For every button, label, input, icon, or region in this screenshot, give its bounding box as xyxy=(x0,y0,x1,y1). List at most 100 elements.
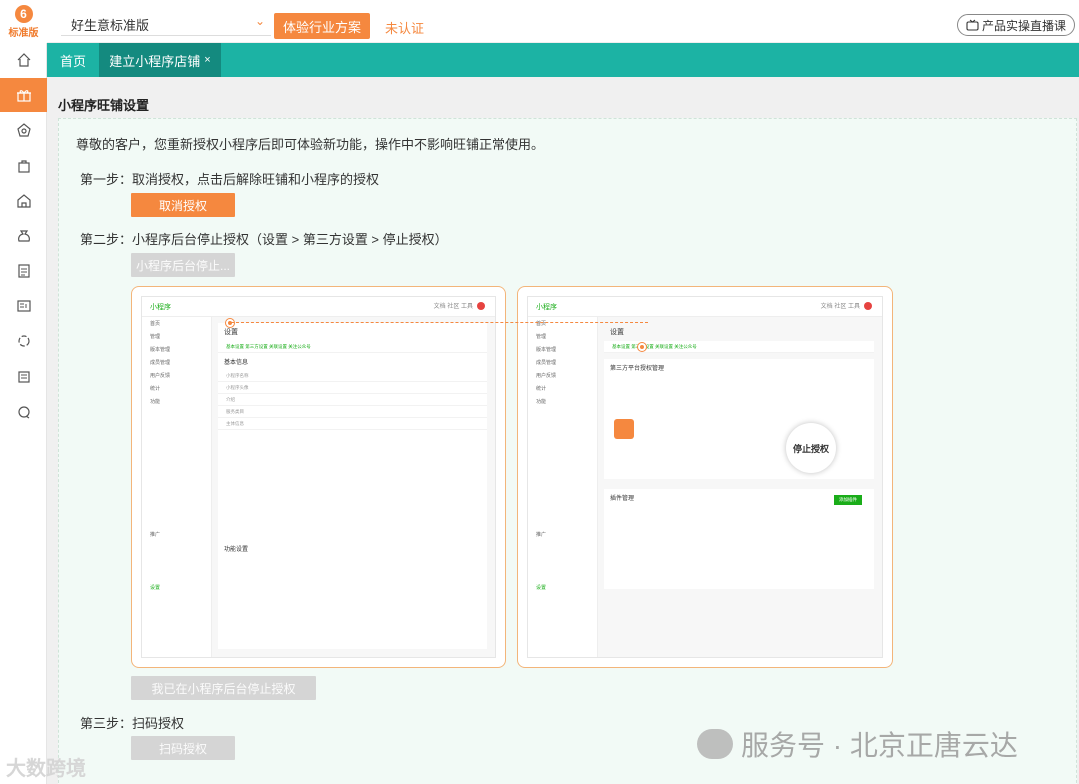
sidebar-item-news[interactable] xyxy=(0,360,47,394)
home-icon xyxy=(17,53,30,67)
screenshot-nav-item: 统计 xyxy=(150,386,161,392)
notice-text: 尊敬的客户，您重新授权小程序后即可体验新功能，操作中不影响旺铺正常使用。 xyxy=(76,137,545,152)
screenshot-header: 小程序 文档 社区 工具 xyxy=(142,297,495,317)
screenshot-nav-item: 管理 xyxy=(536,334,547,340)
stop-auth-backend-button[interactable]: 小程序后台停止... xyxy=(131,253,235,277)
screenshot-main: 设置 基本设置 第三方设置 关联设置 关注公众号 基本信息 小程序名称 小程序头… xyxy=(218,323,487,649)
screenshot-row: 小程序名称 xyxy=(218,370,487,382)
live-course-button[interactable]: 产品实操直播课 xyxy=(957,14,1075,36)
screenshot-nav-item: 首页 xyxy=(150,321,161,327)
sidebar-item-shop[interactable] xyxy=(0,184,47,218)
cycle-icon xyxy=(17,335,30,347)
logo-text: 标准版 xyxy=(8,27,39,39)
screenshot-section: 第三方平台授权管理 xyxy=(610,366,665,372)
live-course-label: 产品实操直播课 xyxy=(981,18,1066,33)
settings-panel: 尊敬的客户，您重新授权小程序后即可体验新功能，操作中不影响旺铺正常使用。 第一步… xyxy=(58,118,1077,784)
screenshot-nav-item: 管理 xyxy=(150,334,161,340)
logo: 6 标准版 xyxy=(0,0,47,43)
screenshot-nav-item-settings: 设置 xyxy=(536,585,547,591)
app-logo-icon xyxy=(614,419,634,439)
sidebar-item-store[interactable] xyxy=(0,113,47,147)
connector-line xyxy=(231,322,648,323)
news-icon xyxy=(17,371,30,383)
screenshot-section2: 功能设置 xyxy=(224,547,249,553)
miniprogram-logo: 小程序 xyxy=(536,304,557,311)
sidebar-item-document[interactable] xyxy=(0,254,47,288)
screenshot-nav-item: 统计 xyxy=(536,386,547,392)
sidebar-item-report[interactable] xyxy=(0,289,47,323)
close-icon[interactable]: × xyxy=(204,54,210,66)
screenshot-sidebar: 首页 管理 版本管理 成员管理 用户反馈 统计 功能 推广 设置 xyxy=(142,317,212,657)
miniprogram-logo: 小程序 xyxy=(150,304,171,311)
tab-home[interactable]: 首页 xyxy=(47,43,99,77)
avatar-icon xyxy=(864,302,872,311)
sidebar-item-cycle[interactable] xyxy=(0,324,47,358)
screenshot-nav-item: 版本管理 xyxy=(150,347,171,353)
watermark-left: 大数跨境 xyxy=(6,758,86,780)
screenshot-nav-item: 首页 xyxy=(536,321,547,327)
screenshot-nav-item-settings: 设置 xyxy=(150,585,161,591)
screenshot-nav-item: 推广 xyxy=(536,532,547,538)
store-select[interactable]: 好生意标准版 ⌄ xyxy=(61,10,271,36)
certification-status[interactable]: 未认证 xyxy=(385,18,424,37)
confirm-stopped-button[interactable]: 我已在小程序后台停止授权 xyxy=(131,676,316,700)
main-content: 小程序旺铺设置 尊敬的客户，您重新授权小程序后即可体验新功能，操作中不影响旺铺正… xyxy=(47,77,1079,784)
step2-text: 第二步：小程序后台停止授权（设置 > 第三方设置 > 停止授权） xyxy=(80,232,448,247)
screenshot-row: 服务类目 xyxy=(218,406,487,418)
screenshot-nav-item: 成员管理 xyxy=(150,360,171,366)
screenshot-nav-item: 成员管理 xyxy=(536,360,557,366)
gift-icon xyxy=(16,90,31,102)
scan-auth-button[interactable]: 扫码授权 xyxy=(131,736,235,760)
screenshot-nav-item: 功能 xyxy=(536,399,547,405)
screenshot-nav-item: 版本管理 xyxy=(536,347,557,353)
screenshot-sidebar: 首页 管理 版本管理 成员管理 用户反馈 统计 功能 推广 设置 xyxy=(528,317,598,657)
sidebar: 6 标准版 xyxy=(0,0,47,784)
page-title: 小程序旺铺设置 xyxy=(58,98,150,113)
topbar: 好生意标准版 ⌄ 体验行业方案 未认证 产品实操直播课 xyxy=(47,0,1079,43)
store-icon xyxy=(16,123,31,137)
screenshot-header: 小程序 文档 社区 工具 xyxy=(528,297,882,317)
screenshot-header-links: 文档 社区 工具 xyxy=(434,301,485,311)
sidebar-item-chat[interactable] xyxy=(0,395,47,429)
highlight-dot xyxy=(638,343,646,351)
screenshot-title: 设置 xyxy=(610,329,624,336)
screenshot-frame: 小程序 文档 社区 工具 首页 管理 版本管理 成员管理 用户反馈 统计 功能 … xyxy=(527,296,883,658)
shop-icon xyxy=(16,194,31,208)
tv-icon xyxy=(966,19,979,31)
screenshot-thirdparty-card: 第三方平台授权管理 xyxy=(604,359,874,479)
add-plugin-button: 添加插件 xyxy=(834,495,862,505)
screenshot-row: 介绍 xyxy=(218,394,487,406)
stop-auth-callout: 停止授权 xyxy=(786,423,836,473)
screenshot-nav-item: 用户反馈 xyxy=(536,373,557,379)
watermark-text: 服务号 · 北京正唐云达 xyxy=(741,730,1018,761)
wechat-icon xyxy=(697,729,733,759)
report-icon xyxy=(16,300,31,312)
step3-text: 第三步：扫码授权 xyxy=(80,716,185,731)
screenshot-plugin-card: 插件管理 添加插件 xyxy=(604,489,874,589)
sidebar-item-bag[interactable] xyxy=(0,149,47,183)
sidebar-item-gift[interactable] xyxy=(0,78,47,112)
sidebar-item-money[interactable] xyxy=(0,219,47,253)
document-icon xyxy=(17,264,30,278)
sidebar-item-home[interactable] xyxy=(0,43,47,77)
guide-screenshot-right: 小程序 文档 社区 工具 首页 管理 版本管理 成员管理 用户反馈 统计 功能 … xyxy=(517,286,893,668)
screenshot-row: 主体信息 xyxy=(218,418,487,430)
store-name: 好生意标准版 xyxy=(71,18,150,33)
bag-icon xyxy=(17,160,30,173)
screenshot-main: 设置 基本设置 第三方设置 关联设置 关注公众号 第三方平台授权管理 插件管理 … xyxy=(604,323,874,649)
highlight-dot xyxy=(226,319,234,327)
money-bag-icon xyxy=(17,230,30,242)
guide-screenshot-left: 小程序 文档 社区 工具 首页 管理 版本管理 成员管理 用户反馈 统计 功能 … xyxy=(131,286,506,668)
screenshot-row: 小程序头像 xyxy=(218,382,487,394)
logo-icon: 6 xyxy=(14,4,33,23)
chat-icon xyxy=(17,406,30,419)
screenshot-frame: 小程序 文档 社区 工具 首页 管理 版本管理 成员管理 用户反馈 统计 功能 … xyxy=(141,296,496,658)
chevron-down-icon: ⌄ xyxy=(254,14,265,28)
cancel-auth-button[interactable]: 取消授权 xyxy=(131,193,235,217)
watermark-right: 服务号 · 北京正唐云达 xyxy=(697,724,1018,764)
screenshot-tabs: 基本设置 第三方设置 关联设置 关注公众号 xyxy=(218,341,487,353)
solution-button[interactable]: 体验行业方案 xyxy=(274,13,370,39)
tab-build-miniprogram-store[interactable]: 建立小程序店铺 × xyxy=(99,43,221,77)
screenshot-title: 设置 xyxy=(224,329,238,336)
screenshot-nav-item: 推广 xyxy=(150,532,161,538)
